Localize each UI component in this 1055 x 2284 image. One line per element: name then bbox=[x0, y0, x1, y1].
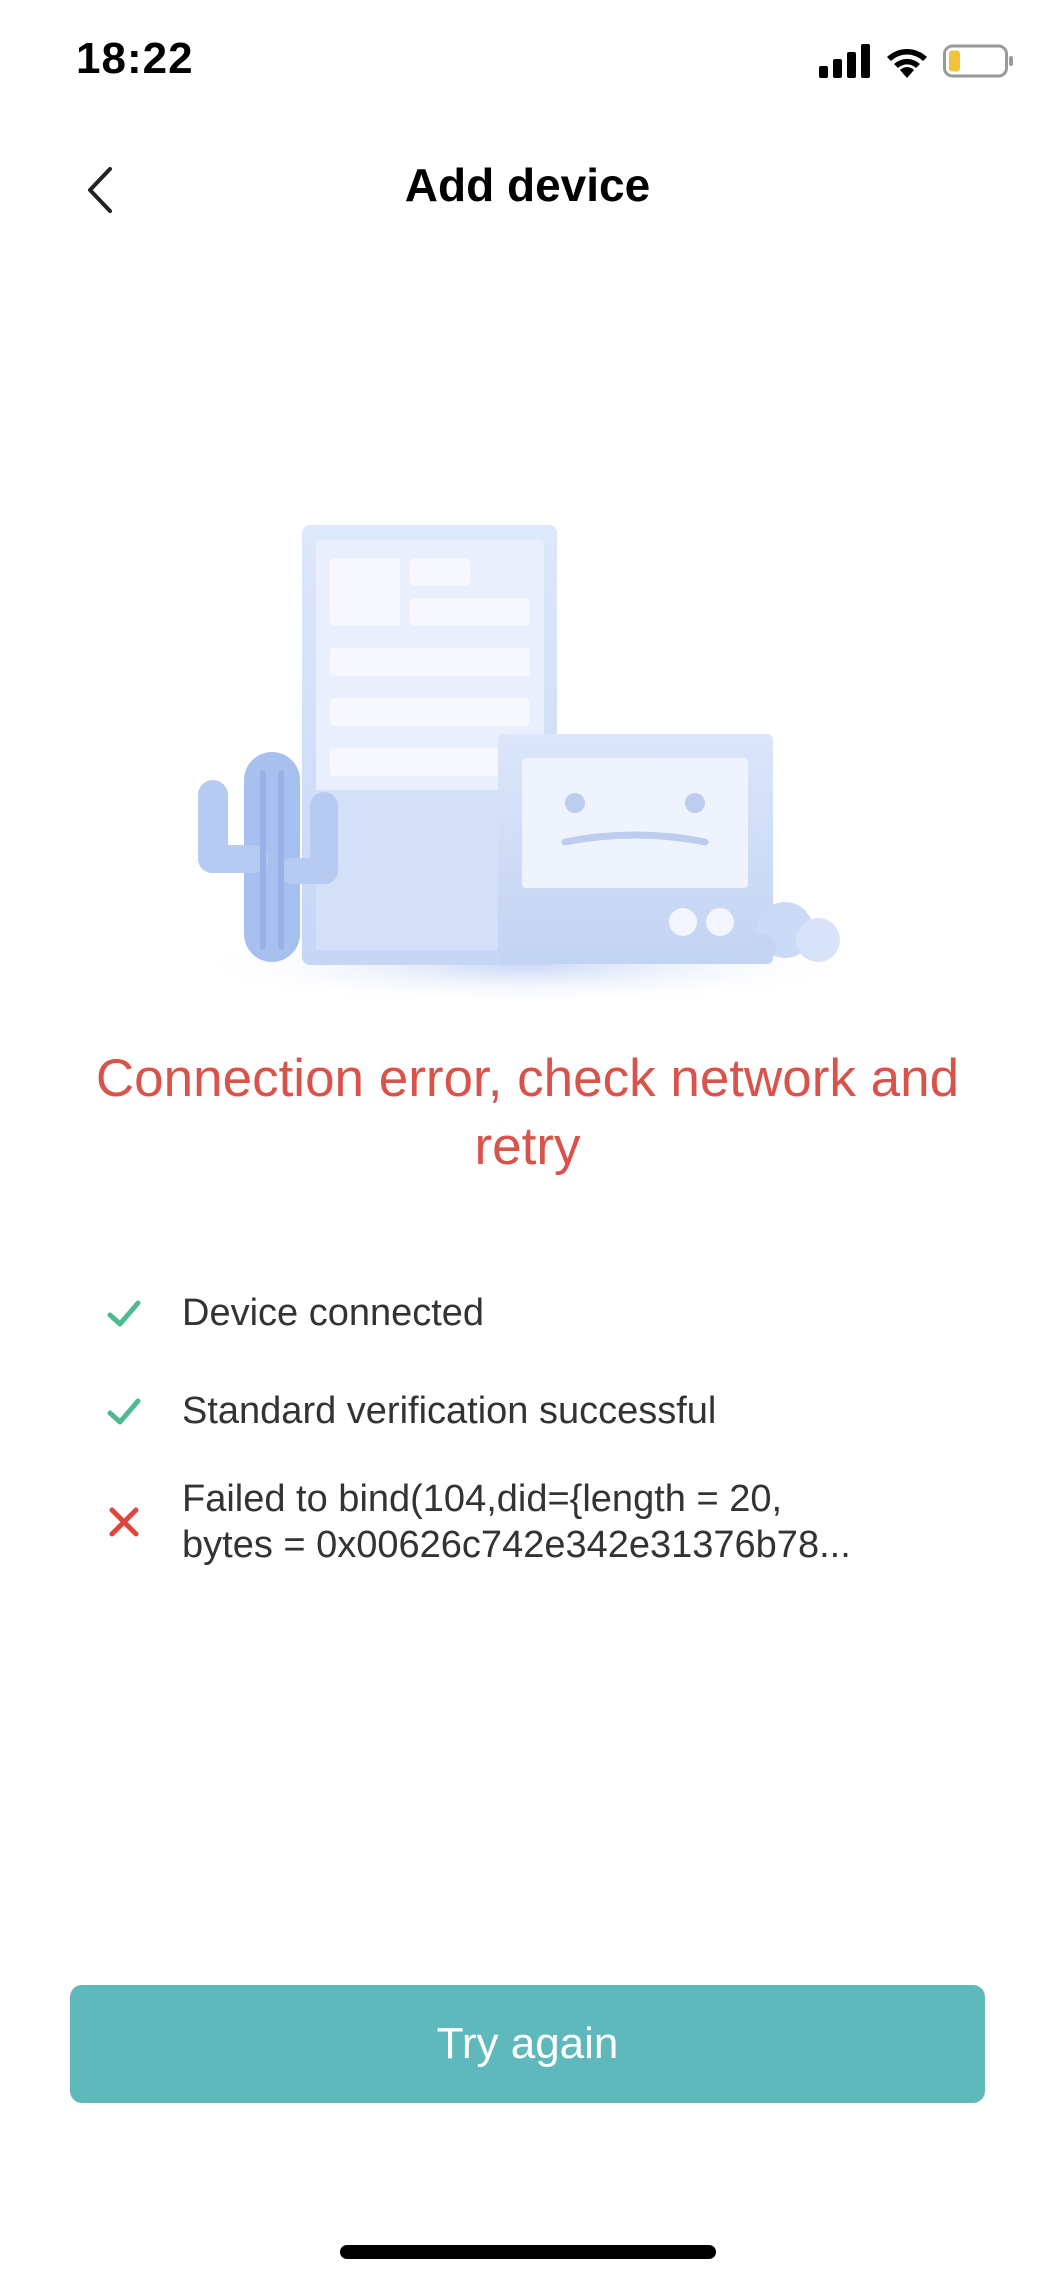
step-verification: Standard verification successful bbox=[100, 1388, 995, 1436]
step-label-line-2: bytes = 0x00626c742e342e31376b78... bbox=[182, 1524, 851, 1566]
cellular-signal-icon bbox=[819, 44, 870, 78]
check-icon bbox=[100, 1290, 148, 1338]
status-icons bbox=[819, 44, 1015, 78]
step-device-connected: Device connected bbox=[100, 1290, 995, 1338]
step-bind-failed: Failed to bind(104,did={length = 20, byt… bbox=[100, 1476, 995, 1568]
steps-list: Device connected Standard verification s… bbox=[100, 1290, 995, 1608]
error-message: Connection error, check network and retr… bbox=[95, 1049, 960, 1176]
nav-bar: Add device bbox=[0, 130, 1055, 240]
wifi-icon bbox=[887, 49, 927, 78]
battery-icon bbox=[943, 44, 1013, 78]
step-label-line-1: Failed to bind(104,did={length = 20, bbox=[182, 1478, 783, 1520]
add-device-screen: 18:22 Add device Connection error, check… bbox=[0, 0, 1055, 2284]
status-time: 18:22 bbox=[76, 34, 194, 83]
page-title: Add device bbox=[404, 159, 651, 211]
try-again-button[interactable]: Try again bbox=[70, 1985, 985, 2103]
connection-error-illustration bbox=[185, 525, 865, 1007]
home-indicator bbox=[340, 2245, 716, 2259]
status-bar: 18:22 bbox=[0, 0, 1055, 130]
step-label: Failed to bind(104,did={length = 20, byt… bbox=[182, 1476, 851, 1568]
check-icon bbox=[100, 1388, 148, 1436]
step-label: Standard verification successful bbox=[182, 1390, 717, 1432]
cross-icon bbox=[100, 1498, 148, 1546]
step-label: Device connected bbox=[182, 1292, 485, 1334]
